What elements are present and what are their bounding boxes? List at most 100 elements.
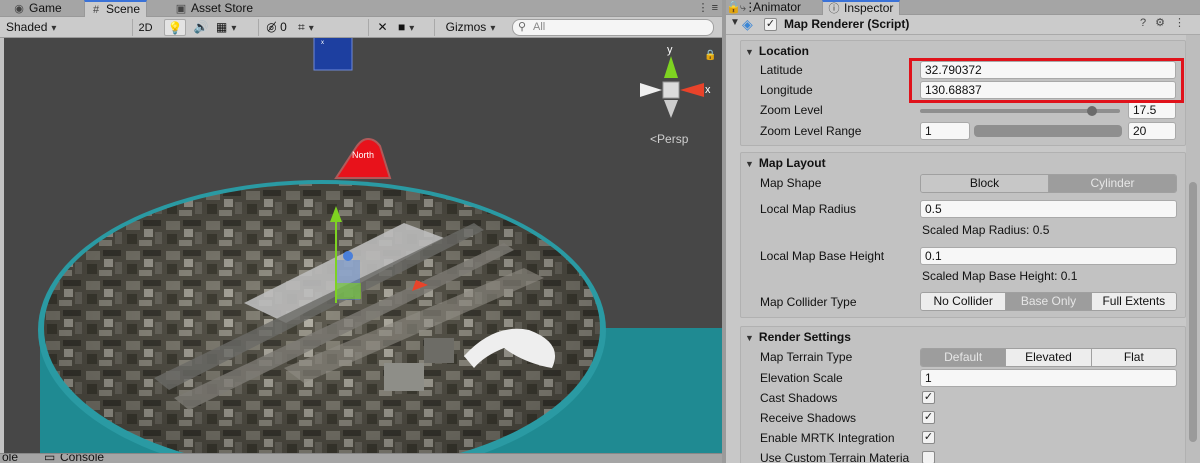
lock-icon[interactable]: 🔒 — [704, 49, 716, 61]
component-header[interactable]: ▼ ◈ ✓ Map Renderer (Script) ?⚙⋮ — [726, 15, 1200, 35]
gamepad-icon: ◉ — [14, 3, 24, 15]
render-settings-header[interactable]: ▼ Render Settings — [741, 327, 1185, 347]
script-icon: ◈ — [742, 16, 753, 32]
tab-inspector-label: Inspector — [844, 1, 894, 15]
map-layout-section: ▼ Map Layout Map Shape Block Cylinder Loc… — [740, 152, 1186, 318]
lighting-toggle[interactable]: 💡 — [164, 19, 186, 36]
info-icon: ⓘ — [828, 3, 840, 15]
longitude-label: Longitude — [760, 83, 813, 97]
camera-icon: ■ — [398, 20, 406, 34]
effects-dropdown[interactable]: ▦ — [216, 19, 256, 36]
north-label: North — [352, 150, 374, 160]
bottom-tab-left[interactable]: ole — [2, 454, 18, 463]
terrain-type-selector[interactable]: Default Elevated Flat — [920, 348, 1177, 367]
elevation-scale-input[interactable]: 1 — [920, 369, 1177, 387]
scene-panel: ◉ Game # Scene ▣ Asset Store ⋮ ≡ Shaded 2D … — [0, 0, 722, 463]
render-settings-title: Render Settings — [758, 330, 851, 344]
projection-label[interactable]: <Persp — [650, 132, 689, 146]
image-icon: ▦ — [216, 20, 228, 34]
gizmo-y-label: y — [667, 44, 673, 56]
search-icon: ⚲ — [518, 21, 527, 33]
hidden-count: 0 — [280, 20, 287, 34]
bottom-tab-bar: ole ▭ Console — [0, 453, 722, 463]
mrtk-integration-label: Enable MRTK Integration — [760, 431, 895, 445]
collider-full-extents-option[interactable]: Full Extents — [1090, 293, 1176, 310]
zoom-level-slider-knob[interactable] — [1087, 106, 1097, 116]
tab-game-label: Game — [29, 1, 62, 15]
scene-tab-bar: ◉ Game # Scene ▣ Asset Store ⋮ ≡ — [0, 0, 722, 17]
zoom-range-slider[interactable] — [974, 125, 1122, 137]
draw-mode-value: Shaded — [6, 20, 48, 34]
terrain-flat-option[interactable]: Flat — [1090, 349, 1176, 366]
collider-type-selector[interactable]: No Collider Base Only Full Extents — [920, 292, 1177, 311]
zoom-range-max-input[interactable]: 20 — [1128, 122, 1176, 140]
audio-toggle[interactable]: 🔊 — [190, 19, 212, 36]
hash-grid-icon: # — [92, 4, 100, 16]
gizmos-label: Gizmos — [445, 20, 487, 34]
scene-canvas: North x y x <Persp 🔒 — [38, 38, 722, 454]
receive-shadows-checkbox[interactable]: ✓ — [922, 411, 935, 424]
scene-search-input[interactable]: ⚲ All — [512, 19, 714, 36]
location-section: ▼ Location Latitude 32.790372 Longitude 1… — [740, 40, 1186, 146]
component-header-icons[interactable]: ?⚙⋮ — [1140, 16, 1194, 29]
zoom-level-input[interactable]: 17.5 — [1128, 101, 1176, 119]
floating-card — [313, 38, 353, 71]
orientation-gizmo[interactable]: y x — [640, 44, 711, 118]
tab-scene-label: Scene — [106, 2, 141, 16]
inspector-panel: ⤷ Animator ⓘ Inspector 🔒 ⋮ ▼ ◈ ✓ Map Rende… — [726, 0, 1200, 463]
grid-icon: ⌗ — [298, 20, 305, 34]
component-enabled-checkbox[interactable]: ✓ — [764, 18, 777, 31]
inspector-scrollbar-thumb[interactable] — [1189, 182, 1197, 442]
terrain-elevated-option[interactable]: Elevated — [1005, 349, 1091, 366]
tab-inspector[interactable]: ⓘ Inspector — [822, 0, 901, 15]
fold-arrow-icon[interactable]: ▼ — [730, 17, 740, 28]
local-map-base-height-input[interactable]: 0.1 — [920, 247, 1177, 265]
map-shape-block-option[interactable]: Block — [921, 175, 1048, 192]
collider-base-only-option[interactable]: Base Only — [1005, 293, 1091, 310]
zoom-range-min-input[interactable]: 1 — [920, 122, 970, 140]
latitude-label: Latitude — [760, 63, 803, 77]
tab-asset-store-label: Asset Store — [191, 1, 254, 15]
zoom-range-label: Zoom Level Range — [760, 124, 862, 138]
cast-shadows-checkbox[interactable]: ✓ — [922, 391, 935, 404]
hidden-objects-toggle[interactable]: ◎̸ 0 — [258, 19, 294, 36]
draw-mode-dropdown[interactable]: Shaded — [6, 19, 128, 36]
lightbulb-icon: 💡 — [167, 21, 183, 35]
tab-scene[interactable]: # Scene — [84, 0, 148, 17]
longitude-input[interactable]: 130.68837 — [920, 81, 1176, 99]
wrench-icon: ✕ — [377, 20, 388, 34]
tab-asset-store[interactable]: ▣ Asset Store — [170, 0, 259, 17]
collider-none-option[interactable]: No Collider — [921, 293, 1006, 310]
terrain-default-option[interactable]: Default — [921, 349, 1006, 366]
mrtk-integration-checkbox[interactable]: ✓ — [922, 431, 935, 444]
panel-menu-icon[interactable]: ⋮ ≡ — [698, 0, 718, 16]
tab-animator[interactable]: ⤷ Animator — [732, 0, 807, 15]
toggle-2d-label: 2D — [138, 22, 153, 34]
component-title: Map Renderer (Script) — [784, 17, 910, 31]
scene-viewport[interactable]: North x y x <Persp 🔒 — [0, 38, 722, 454]
speaker-icon: 🔊 — [193, 20, 209, 34]
camera-dropdown[interactable]: ■ — [398, 19, 432, 36]
toggle-2d-button[interactable]: 2D — [132, 19, 158, 36]
local-map-radius-input[interactable]: 0.5 — [920, 200, 1177, 218]
location-header[interactable]: ▼ Location — [741, 41, 1185, 61]
gizmo-z-handle[interactable] — [343, 251, 353, 261]
map-layout-header[interactable]: ▼ Map Layout — [741, 153, 1185, 173]
tools-button[interactable]: ✕ — [368, 19, 396, 36]
svg-text:x: x — [321, 40, 324, 46]
inspector-tab-bar: ⤷ Animator ⓘ Inspector 🔒 ⋮ — [726, 0, 1200, 15]
map-shape-selector[interactable]: Block Cylinder — [920, 174, 1177, 193]
map-layout-title: Map Layout — [758, 156, 826, 170]
local-map-base-height-label: Local Map Base Height — [760, 249, 885, 263]
cast-shadows-label: Cast Shadows — [760, 391, 838, 405]
tab-game[interactable]: ◉ Game — [8, 0, 68, 17]
scaled-base-height-text: Scaled Map Base Height: 0.1 — [922, 269, 1078, 283]
latitude-input[interactable]: 32.790372 — [920, 61, 1176, 79]
custom-terrain-checkbox[interactable] — [922, 451, 935, 463]
map-shape-cylinder-option[interactable]: Cylinder — [1048, 175, 1176, 192]
render-settings-section: ▼ Render Settings Map Terrain Type Defaul… — [740, 326, 1186, 463]
search-placeholder: All — [533, 21, 546, 33]
gizmos-dropdown[interactable]: Gizmos — [434, 19, 506, 36]
tab-console[interactable]: Console — [60, 454, 104, 463]
grid-snapping-dropdown[interactable]: ⌗ — [298, 19, 336, 36]
